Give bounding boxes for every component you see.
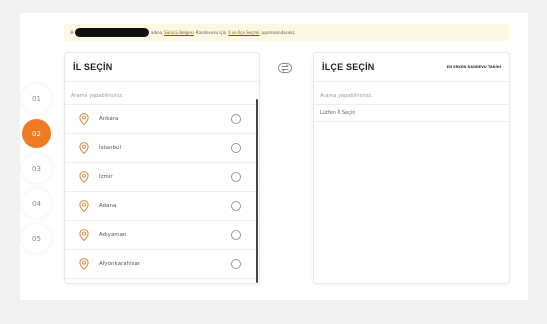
- map-pin-icon: [79, 112, 89, 125]
- step-5[interactable]: 05: [22, 224, 51, 253]
- province-label: Adıyaman: [99, 231, 127, 238]
- province-label: Afyonkarahisar: [99, 260, 141, 267]
- district-search-input[interactable]: [314, 88, 509, 105]
- map-pin-icon: [79, 257, 89, 270]
- district-panel-title: İLÇE SEÇİN: [322, 62, 375, 72]
- district-panel: İLÇE SEÇİN EN ERKEN RANDEVU TARİHİ Lütfe…: [313, 52, 510, 284]
- province-panel: İL SEÇİN Ankara İstanbul İzmir Adana Adı…: [64, 52, 260, 284]
- province-radio[interactable]: [231, 200, 241, 211]
- swap-button[interactable]: [276, 61, 294, 75]
- province-item-izmir[interactable]: İzmir: [65, 163, 259, 192]
- province-panel-header: İL SEÇİN: [65, 53, 259, 82]
- redacted-name: [75, 28, 149, 37]
- notice-link-license[interactable]: Sürücü Belgesi: [164, 30, 194, 35]
- province-radio[interactable]: [231, 229, 241, 240]
- province-radio[interactable]: [231, 113, 241, 124]
- province-label: İstanbul: [99, 144, 122, 151]
- province-list: Ankara İstanbul İzmir Adana Adıyaman Afy…: [65, 105, 259, 279]
- province-label: Adana: [99, 202, 117, 209]
- province-item-adana[interactable]: Adana: [65, 192, 259, 221]
- map-pin-icon: [79, 141, 89, 154]
- map-pin-icon: [79, 199, 89, 212]
- province-radio[interactable]: [231, 258, 241, 269]
- province-radio[interactable]: [231, 171, 241, 182]
- province-item-adiyaman[interactable]: Adıyaman: [65, 221, 259, 250]
- step-3[interactable]: 03: [22, 154, 51, 183]
- swap-icon: [278, 63, 292, 73]
- step-2-active[interactable]: 02: [22, 119, 51, 148]
- province-label: İzmir: [99, 173, 113, 180]
- province-label: Ankara: [99, 115, 119, 122]
- district-hint: Lütfen İl Seçin: [314, 105, 509, 122]
- map-pin-icon: [79, 228, 89, 241]
- step-indicator: 01 02 03 04 05: [22, 84, 52, 259]
- notice-link-location[interactable]: İl ve İlçe Seçimi: [228, 30, 259, 35]
- province-list-scrollbar[interactable]: [256, 99, 258, 283]
- step-1[interactable]: 01: [22, 84, 51, 113]
- province-search-input[interactable]: [65, 88, 259, 105]
- info-notice: ® adına Sürücü Belgesi Randevusu için İl…: [64, 24, 509, 41]
- province-item-ankara[interactable]: Ankara: [65, 105, 259, 134]
- province-radio[interactable]: [231, 142, 241, 153]
- step-4[interactable]: 04: [22, 189, 51, 218]
- district-panel-header: İLÇE SEÇİN EN ERKEN RANDEVU TARİHİ: [314, 53, 509, 82]
- map-pin-icon: [79, 170, 89, 183]
- province-item-afyonkarahisar[interactable]: Afyonkarahisar: [65, 250, 259, 279]
- earliest-appointment-link[interactable]: EN ERKEN RANDEVU TARİHİ: [447, 65, 501, 69]
- province-item-istanbul[interactable]: İstanbul: [65, 134, 259, 163]
- province-panel-title: İL SEÇİN: [73, 62, 113, 72]
